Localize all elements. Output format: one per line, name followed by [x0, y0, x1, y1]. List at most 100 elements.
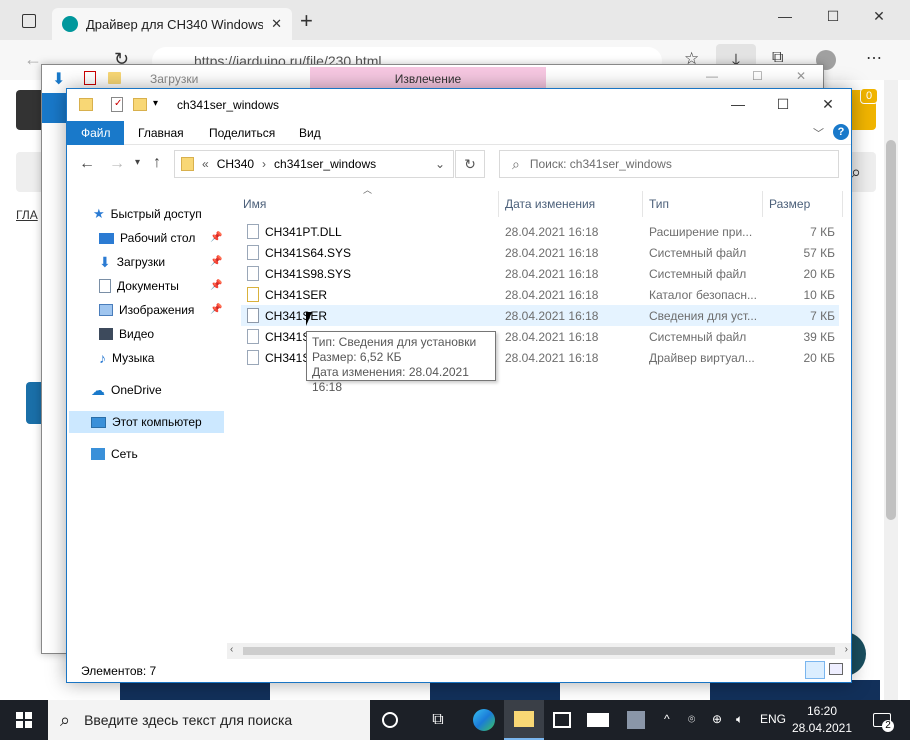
minimize-icon[interactable]: —	[715, 88, 761, 120]
nav-desktop[interactable]: Рабочий стол	[99, 227, 195, 249]
tab-file[interactable]: Файл	[67, 121, 124, 145]
status-bar: Элементов: 7	[67, 661, 851, 683]
edge-browser-icon[interactable]	[468, 704, 500, 736]
column-header-name[interactable]: Имя	[237, 191, 499, 217]
column-header-type[interactable]: Тип	[643, 191, 763, 217]
cortana-icon[interactable]	[374, 704, 406, 736]
volume-icon[interactable]: 🔈︎	[736, 712, 743, 727]
pin-icon[interactable]: 📌	[210, 256, 222, 267]
refresh-button[interactable]: ↻	[455, 150, 485, 178]
bg-minimize-icon[interactable]: —	[706, 69, 718, 83]
nav-music[interactable]: ♪ Музыка	[99, 347, 154, 369]
tab-view[interactable]: Вид	[285, 121, 335, 145]
breadcrumb-current[interactable]: ch341ser_windows	[274, 157, 376, 171]
tab-home[interactable]: Главная	[124, 121, 198, 145]
nav-this-pc[interactable]: Этот компьютер	[69, 411, 224, 433]
page-scrollbar[interactable]	[884, 80, 898, 700]
scroll-right-icon[interactable]: ›	[845, 644, 848, 655]
pin-icon[interactable]: 📌	[210, 304, 222, 315]
file-row[interactable]: CH341S64.SYS 28.04.2021 16:18 Системный фа…	[241, 242, 839, 263]
site-breadcrumb[interactable]: ГЛА	[16, 208, 38, 222]
window-title: ch341ser_windows	[177, 98, 280, 112]
breadcrumb-ch340[interactable]: CH340	[217, 157, 254, 171]
maximize-icon[interactable]: ☐	[760, 88, 806, 120]
notifications-icon[interactable]: 2	[866, 704, 898, 736]
horizontal-scrollbar-thumb[interactable]	[243, 647, 835, 655]
file-date: 28.04.2021 16:18	[505, 224, 599, 239]
close-tab-icon[interactable]: ✕	[271, 16, 282, 32]
scroll-left-icon[interactable]: ‹	[230, 644, 233, 655]
chevron-right-icon[interactable]: ›	[262, 157, 266, 171]
nav-documents[interactable]: Документы	[99, 275, 179, 297]
up-icon[interactable]: ↑	[153, 154, 161, 172]
setup-app-icon[interactable]	[620, 704, 652, 736]
expand-ribbon-icon[interactable]: ﹀	[813, 125, 824, 141]
breadcrumb-prefix[interactable]: «	[202, 157, 209, 171]
more-menu-icon[interactable]: ⋯	[866, 48, 882, 68]
network-tray-icon[interactable]: ⊕	[712, 712, 722, 726]
video-icon	[99, 328, 113, 340]
task-view-icon[interactable]: ⧉	[422, 704, 454, 736]
language-indicator[interactable]: ENG	[760, 712, 786, 726]
quick-access-toolbar-dropdown[interactable]: ▾	[153, 98, 158, 109]
file-row[interactable]: CH341S98.SYS 28.04.2021 16:18 Системный фа…	[241, 263, 839, 284]
nav-quick-access[interactable]: ★ Быстрый доступ	[93, 203, 202, 225]
taskbar-search-input[interactable]: ⌕ Введите здесь текст для поиска	[48, 700, 370, 740]
new-tab-button[interactable]: +	[300, 8, 313, 34]
nav-images[interactable]: Изображения	[99, 299, 194, 321]
titlebar: ✓ ▾ ch341ser_windows — ☐ ✕	[67, 89, 851, 121]
properties-icon[interactable]: ✓	[111, 97, 123, 112]
close-icon[interactable]: ✕	[805, 88, 851, 120]
address-dropdown-icon[interactable]: ⌄	[435, 157, 445, 171]
file-type: Системный файл	[649, 245, 747, 260]
page-scrollbar-thumb[interactable]	[886, 140, 896, 520]
clock[interactable]: 16:20 28.04.2021	[790, 703, 854, 737]
file-explorer-icon[interactable]	[504, 700, 544, 740]
tab-share[interactable]: Поделиться	[195, 121, 289, 145]
file-date: 28.04.2021 16:18	[505, 245, 599, 260]
maximize-browser-icon[interactable]: ☐	[810, 0, 856, 32]
pin-icon[interactable]: 📌	[210, 280, 222, 291]
horizontal-scrollbar[interactable]: ‹ ›	[227, 643, 851, 659]
start-windows-icon[interactable]	[8, 704, 40, 736]
details-view-icon[interactable]	[805, 661, 825, 679]
bg-close-icon[interactable]: ✕	[796, 69, 806, 83]
file-row[interactable]: CH341SER 28.04.2021 16:18 Сведения для уст…	[241, 305, 839, 326]
download-arrow-icon: ⬇	[99, 253, 111, 270]
meet-now-icon[interactable]: ⌾	[688, 712, 695, 727]
images-icon	[99, 304, 113, 316]
large-icons-view-icon[interactable]	[829, 663, 843, 675]
nav-network[interactable]: Сеть	[91, 443, 138, 465]
column-header-size[interactable]: Размер	[763, 191, 843, 217]
tab-actions-icon[interactable]	[22, 14, 36, 28]
search-input[interactable]: ⌕ Поиск: ch341ser_windows	[499, 150, 839, 178]
tooltip-type: Тип: Сведения для установки	[312, 335, 477, 349]
file-row[interactable]: CH341PT.DLL 28.04.2021 16:18 Расширение пр…	[241, 221, 839, 242]
search-icon: ⌕	[512, 155, 520, 172]
nav-downloads[interactable]: ⬇ Загрузки	[99, 251, 165, 273]
tray-show-hidden-icon[interactable]: ^	[664, 712, 670, 726]
recent-locations-icon[interactable]: ▾	[135, 157, 140, 168]
refresh-icon: ↻	[464, 155, 476, 172]
cloud-icon: ☁	[91, 381, 105, 398]
store-icon[interactable]	[546, 704, 578, 736]
new-folder-icon[interactable]	[133, 98, 147, 111]
back-icon[interactable]: ←	[24, 49, 42, 70]
bg-maximize-icon[interactable]: ☐	[752, 69, 763, 83]
close-browser-icon[interactable]: ✕	[856, 0, 902, 32]
file-list: ︿ Имя Дата изменения Тип Размер CH341PT.…	[227, 185, 851, 643]
pin-icon[interactable]: 📌	[210, 232, 222, 243]
mail-icon[interactable]	[582, 704, 614, 736]
file-row[interactable]: CH341SER 28.04.2021 16:18 Каталог безопасн…	[241, 284, 839, 305]
properties-icon[interactable]	[84, 71, 96, 85]
address-breadcrumb[interactable]: « CH340 › ch341ser_windows ⌄	[174, 150, 454, 178]
nav-video[interactable]: Видео	[99, 323, 154, 345]
forward-icon[interactable]: →	[109, 155, 125, 173]
browser-tab[interactable]: Драйвер для CH340 Windows (А ✕	[52, 8, 292, 40]
column-header-date[interactable]: Дата изменения	[499, 191, 643, 217]
tooltip-date: Дата изменения: 28.04.2021 16:18	[312, 365, 469, 394]
nav-onedrive[interactable]: ☁ OneDrive	[91, 379, 162, 401]
help-icon[interactable]: ?	[833, 124, 849, 140]
minimize-browser-icon[interactable]: —	[762, 0, 808, 32]
back-icon[interactable]: ←	[79, 155, 95, 173]
